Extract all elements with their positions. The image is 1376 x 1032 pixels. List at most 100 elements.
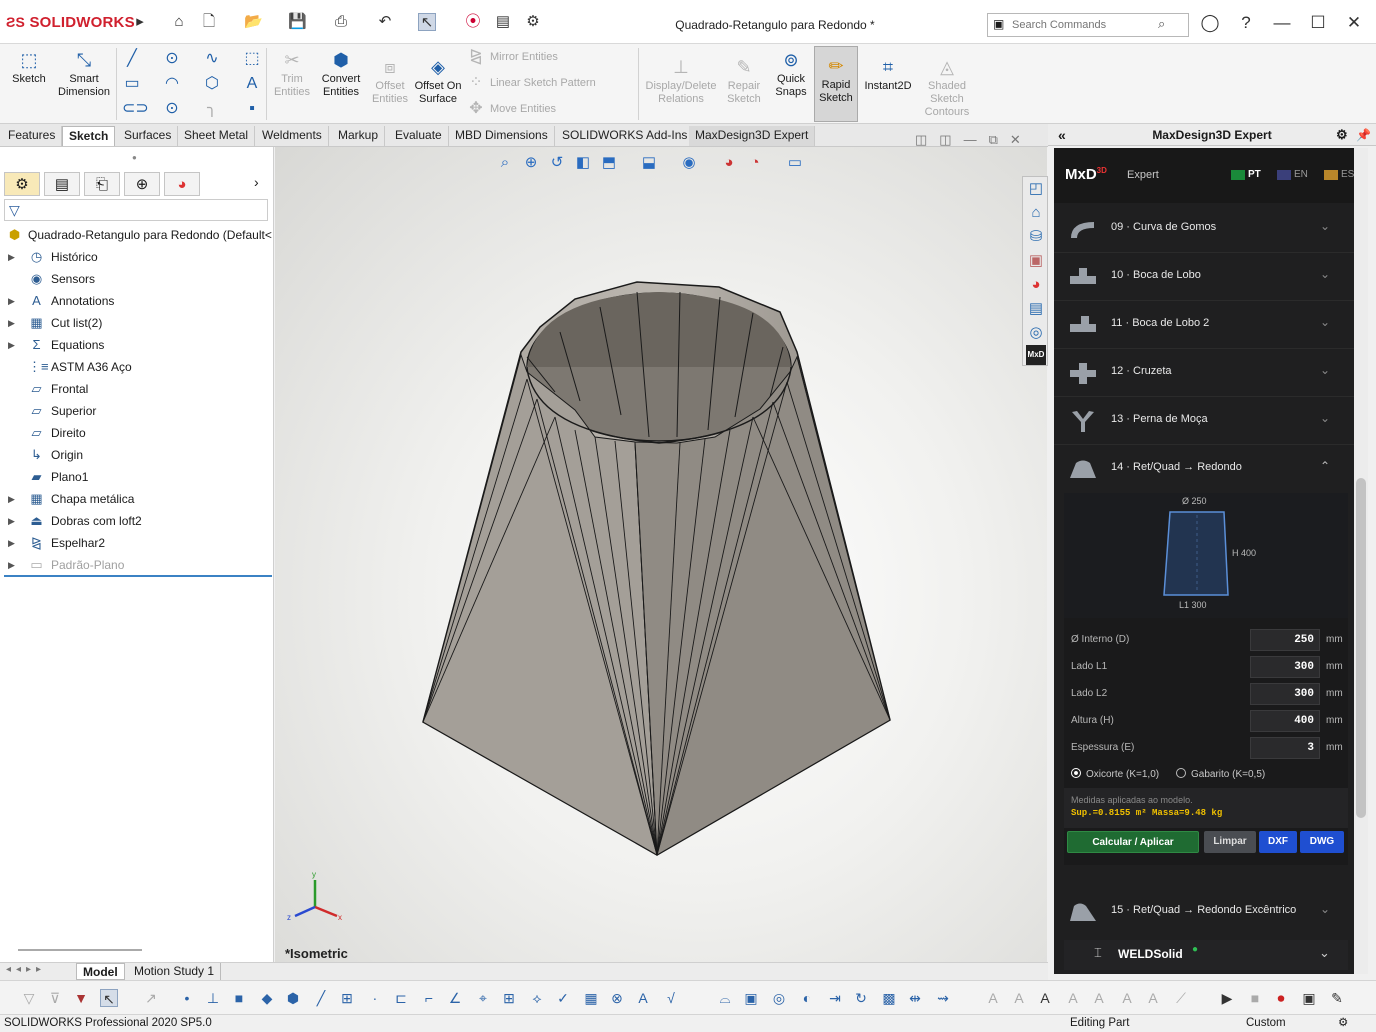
filter-toggle-icon[interactable]: ⊽ [46, 989, 64, 1007]
home-icon[interactable]: ⌂ [170, 13, 188, 31]
solidworks-logo[interactable]: ƧS SOLIDWORKS [6, 14, 135, 31]
pin-icon[interactable]: 📌 [1356, 124, 1371, 146]
fillet-icon[interactable]: ╮ [202, 100, 222, 118]
search-icon[interactable]: ⌕ [1158, 16, 1165, 32]
curve-icon[interactable]: ∠ [446, 989, 464, 1007]
expand-arrow-icon[interactable]: ▶ [8, 554, 18, 576]
plane-icon[interactable]: ⊞ [338, 989, 356, 1007]
dimxpert-tab-icon[interactable]: ⊕ [124, 172, 160, 196]
screen-capture-icon[interactable]: ▩ [880, 989, 898, 1007]
solid-icon[interactable]: ⬢ [284, 989, 302, 1007]
search-input[interactable] [1012, 17, 1157, 33]
undo-icon[interactable]: ↶ [376, 13, 394, 31]
configurationmanager-tab-icon[interactable]: ⎗ [84, 172, 120, 196]
horizontal-scrollbar[interactable] [18, 949, 142, 951]
settings-gear-icon[interactable]: ⚙ [1336, 124, 1348, 146]
expand-arrow-icon[interactable]: ▶ [8, 290, 18, 312]
tree-item-dobras-com-loft2[interactable]: ▶ ⏏ Dobras com loft2 [0, 510, 272, 532]
espessura-input[interactable] [1250, 737, 1320, 759]
select-icon[interactable]: ↖ [100, 989, 118, 1007]
tree-item-chapa-metalica[interactable]: ▶ ▦ Chapa metálica [0, 488, 272, 510]
radio-oxicorte[interactable]: Oxicorte (K=1,0) [1071, 768, 1159, 780]
tab-weldments[interactable]: Weldments [256, 126, 329, 146]
text-icon[interactable]: A [242, 75, 262, 93]
tree-item-equations[interactable]: ▶ Σ Equations [0, 334, 272, 356]
module-14[interactable]: 14 · Ret/Quad → Redondo ⌃ [1054, 445, 1356, 493]
plane-icon[interactable]: ▪ [242, 100, 262, 118]
lang-pt[interactable]: PT [1248, 169, 1261, 180]
selection-filter-icon[interactable]: ▼ [72, 989, 90, 1007]
splitter-handle[interactable]: ● [132, 153, 137, 162]
filter-bar[interactable]: ▽ [4, 199, 268, 221]
collapse-panel-icon[interactable]: « [1058, 124, 1066, 146]
quick-snaps-button[interactable]: ⊚ Quick Snaps [770, 49, 812, 99]
tree-item-historico[interactable]: ▶ ◷ Histórico [0, 246, 272, 268]
note-icon[interactable]: A [1036, 989, 1054, 1007]
search-commands-box[interactable]: ▣ ⌕ [987, 13, 1189, 37]
dxf-button[interactable]: DXF [1259, 831, 1297, 853]
viewport-window-controls[interactable]: ◫◫—⧉✕ [915, 132, 1033, 148]
expand-arrow-icon[interactable]: ▸ [131, 13, 149, 31]
rapid-sketch-button[interactable]: ✏ Rapid Sketch [814, 46, 858, 122]
annotation-icon[interactable]: ▦ [582, 989, 600, 1007]
move-entities-button[interactable]: Move Entities [490, 103, 556, 115]
expand-arrow-icon[interactable]: ▶ [8, 334, 18, 356]
offset-entities-button[interactable]: ⧈ Offset Entities [368, 56, 412, 106]
tab-maxdesign3d-expert[interactable]: MaxDesign3D Expert [689, 126, 816, 146]
appearances-icon[interactable]: ◕ [1026, 275, 1046, 295]
datum-icon[interactable]: ▣ [742, 989, 760, 1007]
tree-item-direito[interactable]: ▱ Direito [0, 422, 272, 444]
line-icon[interactable]: ╱ [122, 50, 142, 68]
solidworks-forum-icon[interactable]: ◎ [1026, 323, 1046, 343]
sketch-point-icon[interactable]: ⌐ [420, 989, 438, 1007]
lado-l2-input[interactable] [1250, 683, 1320, 705]
macro-new-icon[interactable]: ✎ [1328, 989, 1346, 1007]
module-12[interactable]: 12 · Cruzeta ⌄ [1054, 349, 1356, 397]
convert-entities-button[interactable]: ⬢ Convert Entities [316, 49, 366, 99]
custom-properties-icon[interactable]: ▤ [1026, 299, 1046, 319]
point-icon[interactable]: • [178, 989, 196, 1007]
tab-features[interactable]: Features [2, 126, 63, 146]
polygon-icon[interactable]: ⬡ [202, 75, 222, 93]
weld-symbol-icon[interactable]: ⌓ [716, 989, 734, 1007]
appearance-icon[interactable]: ◐ [798, 989, 816, 1007]
play-icon[interactable]: ▶ [1218, 989, 1236, 1007]
instant2d-button[interactable]: ⌗ Instant2D [860, 56, 916, 93]
module-09[interactable]: 09 · Curva de Gomos ⌄ [1054, 205, 1356, 253]
select-other-icon[interactable]: ↗ [142, 989, 160, 1007]
lang-en[interactable]: EN [1294, 169, 1308, 180]
tab-sheet-metal[interactable]: Sheet Metal [178, 126, 256, 146]
tree-root[interactable]: ⬢ Quadrado-Retangulo para Redondo (Defau… [0, 224, 272, 246]
axis-icon[interactable]: ╱ [312, 989, 330, 1007]
diameter-input[interactable] [1250, 629, 1320, 651]
check-icon[interactable]: ✓ [554, 989, 572, 1007]
linear-sketch-pattern-button[interactable]: Linear Sketch Pattern [490, 77, 596, 89]
tree-item-material[interactable]: ⋮≡ ASTM A36 Aço [0, 356, 272, 378]
minimize-icon[interactable]: — [1270, 12, 1294, 34]
balloon-icon[interactable]: ◎ [770, 989, 788, 1007]
circle-icon[interactable]: ⊙ [162, 50, 182, 68]
module-11[interactable]: 11 · Boca de Lobo 2 ⌄ [1054, 301, 1356, 349]
tag-icon[interactable]: ⟡ [528, 989, 546, 1007]
tab-evaluate[interactable]: Evaluate [389, 126, 449, 146]
expand-arrow-icon[interactable]: ▶ [8, 532, 18, 554]
calcular-aplicar-button[interactable]: Calcular / Aplicar [1067, 831, 1199, 853]
scrollbar-thumb[interactable] [1356, 478, 1366, 818]
file-properties-icon[interactable]: ▤ [494, 13, 512, 31]
text-note-icon[interactable]: A [634, 989, 652, 1007]
vertex-icon[interactable]: ∙ [366, 989, 384, 1007]
measure-icon[interactable]: ⇹ [906, 989, 924, 1007]
move-icon[interactable]: ⇥ [826, 989, 844, 1007]
tree-item-superior[interactable]: ▱ Superior [0, 400, 272, 422]
options-gear-icon[interactable]: ⚙ [524, 13, 542, 31]
sensor-icon[interactable]: ⇝ [934, 989, 952, 1007]
tree-item-espelhar2[interactable]: ▶ ⧎ Espelhar2 [0, 532, 272, 554]
status-help-icon[interactable]: ⚙ [1338, 1015, 1348, 1032]
dwg-button[interactable]: DWG [1300, 831, 1344, 853]
tree-item-origin[interactable]: ↳ Origin [0, 444, 272, 466]
display-manager-tab-icon[interactable]: ◕ [164, 172, 200, 196]
transition-piece-model[interactable]: y x z [275, 147, 1047, 962]
coordinate-icon[interactable]: ⊞ [500, 989, 518, 1007]
sketch-button[interactable]: ⬚ Sketch [6, 49, 52, 86]
traffic-light-icon[interactable]: ⦿ [464, 13, 482, 31]
